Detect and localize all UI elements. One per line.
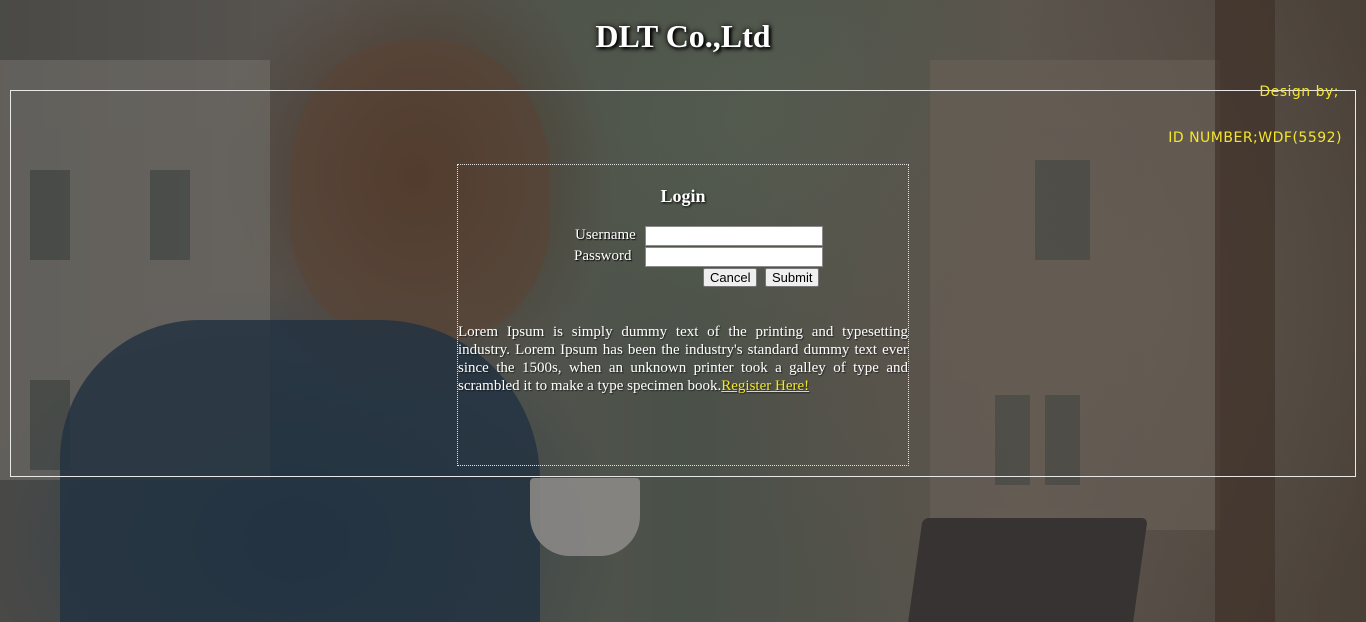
register-link[interactable]: Register Here! [721,378,809,394]
login-panel: Login Username Password Cancel Submit Lo… [457,164,909,466]
id-number-label: ID NUMBER;WDF(5592) [1168,130,1342,146]
intro-text: Lorem Ipsum is simply dummy text of the … [458,324,908,394]
submit-button[interactable]: Submit [765,268,820,287]
intro-paragraph: Lorem Ipsum is simply dummy text of the … [458,323,908,395]
design-by-label: Design by; [1259,84,1339,100]
password-input[interactable] [645,247,823,267]
username-input[interactable] [645,226,823,246]
site-title: DLT Co.,Ltd [595,18,771,54]
login-heading: Login [660,186,706,206]
password-label: Password [574,248,632,264]
username-label: Username [575,227,636,243]
background-laptop [907,518,1148,622]
background-coffee-cup [530,478,640,556]
cancel-button[interactable]: Cancel [703,268,758,287]
